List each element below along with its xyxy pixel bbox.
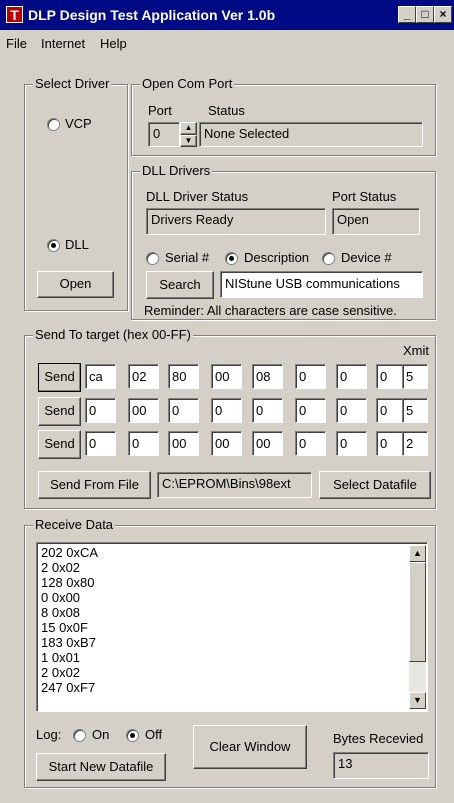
clear-window-button[interactable]: Clear Window <box>193 725 307 769</box>
scroll-down-icon[interactable]: ▼ <box>409 692 426 709</box>
hex-field[interactable]: 0 <box>295 431 326 456</box>
xmit-field[interactable]: 5 <box>402 364 428 389</box>
hex-field[interactable]: 02 <box>128 364 159 389</box>
device-label: Device # <box>341 250 392 265</box>
minimize-button[interactable]: _ <box>398 6 416 23</box>
serial-radio[interactable] <box>146 252 159 265</box>
send-button[interactable]: Send <box>38 397 81 426</box>
status-label: Status <box>208 103 245 118</box>
hex-field[interactable]: 0 <box>295 364 326 389</box>
receive-data-legend: Receive Data <box>33 517 116 532</box>
menu-help[interactable]: Help <box>100 36 127 51</box>
hex-field[interactable]: 08 <box>252 364 283 389</box>
hex-field[interactable]: 00 <box>128 398 159 423</box>
log-off-radio[interactable] <box>126 729 139 742</box>
dll-drivers-group: DLL Drivers DLL Driver Status Port Statu… <box>131 163 436 320</box>
select-driver-group: Select Driver VCP DLL Open <box>24 76 128 311</box>
port-status-value: Open <box>332 208 420 235</box>
send-target-group: Send To target (hex 00-FF) Xmit Send ca … <box>24 327 436 509</box>
hex-field[interactable]: 00 <box>168 431 199 456</box>
device-radio[interactable] <box>322 252 335 265</box>
open-button[interactable]: Open <box>37 271 114 298</box>
log-on-label: On <box>92 727 110 742</box>
receive-list[interactable]: 202 0xCA 2 0x02 128 0x80 0 0x00 8 0x08 1… <box>36 542 428 712</box>
bytes-received-label: Bytes Recevied <box>333 731 424 746</box>
vcp-radio[interactable] <box>47 118 60 131</box>
hex-field[interactable]: 0 <box>336 398 367 423</box>
menu-bar: File Internet Help <box>0 33 454 53</box>
list-item: 0 0x00 <box>41 590 81 605</box>
app-icon: T <box>6 6 23 23</box>
window-title: DLP Design Test Application Ver 1.0b <box>28 7 276 23</box>
list-item: 202 0xCA <box>41 545 99 560</box>
serial-label: Serial # <box>165 250 210 265</box>
hex-field[interactable]: 0 <box>128 431 159 456</box>
list-item: 2 0x02 <box>41 560 81 575</box>
port-down-button[interactable]: ▼ <box>180 135 197 147</box>
log-label: Log: <box>36 727 62 742</box>
menu-internet[interactable]: Internet <box>41 36 85 51</box>
com-port-legend: Open Com Port <box>140 76 235 91</box>
com-port-group: Open Com Port Port Status 0 ▲ ▼ None Sel… <box>131 76 436 156</box>
hex-field[interactable]: 0 <box>168 398 199 423</box>
vcp-label: VCP <box>65 116 92 131</box>
hex-field[interactable]: 00 <box>211 431 242 456</box>
hex-field[interactable]: 80 <box>168 364 199 389</box>
bytes-received-value: 13 <box>333 752 429 779</box>
description-label: Description <box>244 250 310 265</box>
list-item: 128 0x80 <box>41 575 95 590</box>
hex-field[interactable]: ca <box>85 364 116 389</box>
list-item: 183 0xB7 <box>41 635 96 650</box>
title-bar[interactable]: T DLP Design Test Application Ver 1.0b _… <box>0 0 454 30</box>
send-from-file-button[interactable]: Send From File <box>38 471 151 499</box>
reminder-text: Reminder: All characters are case sensit… <box>144 303 397 318</box>
xmit-field[interactable]: 5 <box>402 398 428 423</box>
port-value[interactable]: 0 <box>148 122 180 147</box>
hex-field[interactable]: 0 <box>211 398 242 423</box>
xmit-field[interactable]: 2 <box>402 431 428 456</box>
scroll-up-icon[interactable]: ▲ <box>409 545 426 562</box>
start-datafile-button[interactable]: Start New Datafile <box>36 753 166 781</box>
hex-field[interactable]: 0 <box>295 398 326 423</box>
list-item: 1 0x01 <box>41 650 81 665</box>
hex-field[interactable]: 0 <box>85 431 116 456</box>
list-item: 2 0x02 <box>41 665 81 680</box>
port-status-label: Port Status <box>332 189 397 204</box>
send-target-legend: Send To target (hex 00-FF) <box>33 327 193 342</box>
description-radio[interactable] <box>225 252 238 265</box>
maximize-button[interactable]: □ <box>416 6 434 23</box>
xmit-label: Xmit <box>403 343 429 358</box>
hex-field[interactable]: 0 <box>252 398 283 423</box>
dll-label: DLL <box>65 237 89 252</box>
list-item: 8 0x08 <box>41 605 81 620</box>
log-off-label: Off <box>145 727 163 742</box>
select-driver-legend: Select Driver <box>33 76 112 91</box>
file-path-display: C:\EPROM\Bins\98ext <box>157 472 312 498</box>
list-item: 15 0x0F <box>41 620 88 635</box>
hex-field[interactable]: 0 <box>85 398 116 423</box>
select-datafile-button[interactable]: Select Datafile <box>319 471 431 499</box>
hex-field[interactable]: 00 <box>252 431 283 456</box>
dll-radio[interactable] <box>47 239 60 252</box>
log-on-radio[interactable] <box>73 729 86 742</box>
list-item: 247 0xF7 <box>41 680 96 695</box>
dll-drivers-legend: DLL Drivers <box>140 163 213 178</box>
port-label: Port <box>148 103 172 118</box>
receive-data-group: Receive Data 202 0xCA 2 0x02 128 0x80 0 … <box>24 517 436 788</box>
send-button[interactable]: Send <box>38 430 81 459</box>
status-value: None Selected <box>199 122 423 147</box>
dll-driver-status-label: DLL Driver Status <box>146 189 249 204</box>
hex-field[interactable]: 0 <box>336 364 367 389</box>
menu-file[interactable]: File <box>6 36 27 51</box>
port-up-button[interactable]: ▲ <box>180 122 197 135</box>
close-button[interactable]: × <box>434 6 452 23</box>
send-button[interactable]: Send <box>38 363 81 392</box>
hex-field[interactable]: 0 <box>336 431 367 456</box>
search-button[interactable]: Search <box>146 271 214 299</box>
scroll-thumb[interactable] <box>409 562 426 662</box>
receive-scrollbar[interactable]: ▲ ▼ <box>409 545 426 709</box>
dll-driver-status-value: Drivers Ready <box>146 208 326 235</box>
search-input[interactable]: NIStune USB communications <box>220 271 423 298</box>
hex-field[interactable]: 00 <box>211 364 242 389</box>
